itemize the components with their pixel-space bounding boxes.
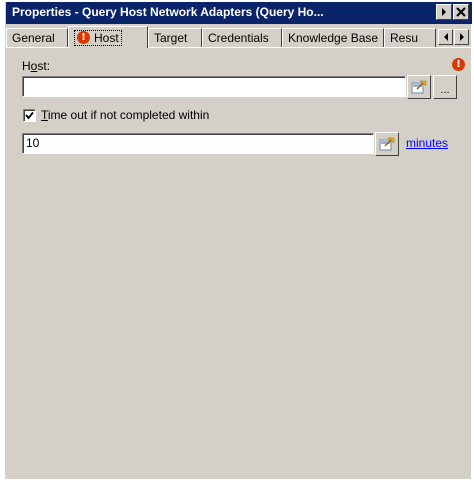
timeout-label[interactable]: Time out if not completed within	[41, 108, 209, 122]
host-label-prefix: H	[22, 59, 31, 73]
properties-window: Properties - Query Host Network Adapters…	[5, 2, 472, 479]
tab-host-focus: ! Host	[74, 29, 122, 46]
arrow-left-icon	[443, 33, 448, 41]
tab-credentials[interactable]: Credentials	[202, 28, 282, 47]
tab-host-label: Host	[94, 30, 119, 45]
title-bar[interactable]: Properties - Query Host Network Adapters…	[6, 2, 472, 24]
arrow-right-icon	[459, 33, 464, 41]
tab-general-label: General	[12, 31, 55, 45]
triangle-right-icon	[442, 8, 446, 16]
tab-strip: General ! Host Target Credentials Knowle…	[6, 26, 472, 48]
host-input[interactable]	[22, 76, 406, 97]
timeout-label-mnemonic: T	[41, 108, 48, 122]
close-button[interactable]	[453, 4, 469, 20]
browse-icon	[411, 80, 427, 94]
dropdown-button[interactable]	[436, 4, 452, 20]
tab-knowledge-base[interactable]: Knowledge Base	[282, 28, 384, 47]
tab-target[interactable]: Target	[148, 28, 202, 47]
error-icon: !	[77, 31, 90, 44]
timeout-browse-button[interactable]	[375, 132, 399, 156]
tab-scroll-right-button[interactable]	[454, 29, 469, 45]
tab-scroll-left-button[interactable]	[438, 29, 453, 45]
host-browse-button[interactable]	[407, 75, 431, 99]
tab-results[interactable]: Resu	[384, 28, 436, 47]
host-label-suffix: st:	[37, 59, 51, 73]
tab-target-label: Target	[154, 31, 188, 45]
host-more-button[interactable]: ...	[433, 75, 457, 99]
checkmark-icon	[25, 111, 34, 120]
window-title: Properties - Query Host Network Adapters…	[12, 5, 324, 19]
browse-icon	[379, 137, 395, 151]
timeout-label-suffix: ime out if not completed within	[47, 108, 210, 122]
tab-general[interactable]: General	[6, 28, 68, 47]
tab-credentials-label: Credentials	[208, 31, 269, 45]
host-label: Host:	[22, 59, 50, 73]
tab-host[interactable]: ! Host	[68, 26, 148, 48]
error-icon: !	[452, 58, 465, 71]
minutes-link[interactable]: minutes	[406, 136, 448, 150]
tab-knowledge-base-label: Knowledge Base	[288, 31, 379, 45]
timeout-input[interactable]: 10	[22, 133, 374, 154]
tab-results-label: Resu	[390, 31, 419, 45]
timeout-checkbox[interactable]	[23, 109, 36, 122]
close-icon	[456, 7, 466, 17]
